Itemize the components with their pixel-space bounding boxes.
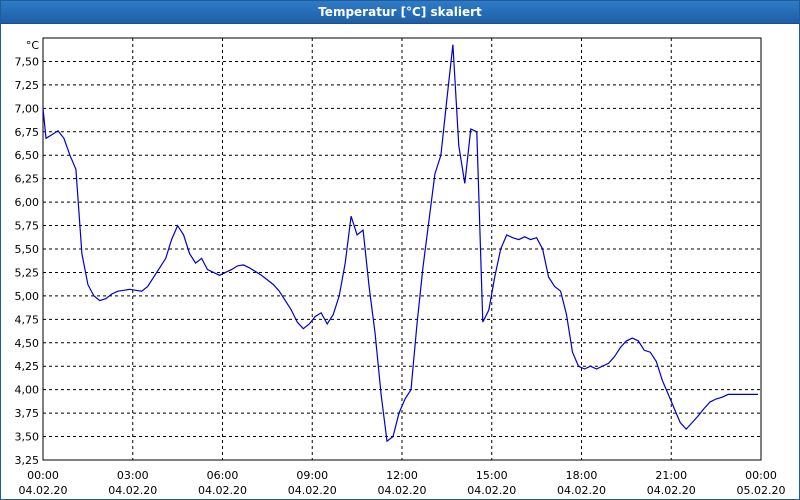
x-tick-date: 04.02.20 bbox=[198, 484, 247, 497]
x-tick-time: 18:00 bbox=[566, 469, 598, 482]
y-tick-label: 5,25 bbox=[15, 266, 40, 279]
y-tick-label: 6,25 bbox=[15, 173, 40, 186]
y-tick-label: 7,00 bbox=[15, 102, 40, 115]
x-tick-date: 04.02.20 bbox=[108, 484, 157, 497]
y-tick-label: 6,75 bbox=[15, 126, 40, 139]
x-tick-time: 03:00 bbox=[117, 469, 149, 482]
x-tick-date: 04.02.20 bbox=[467, 484, 516, 497]
x-tick-date: 04.02.20 bbox=[647, 484, 696, 497]
x-tick-time: 09:00 bbox=[296, 469, 328, 482]
x-tick-time: 06:00 bbox=[207, 469, 239, 482]
x-tick-date: 04.02.20 bbox=[557, 484, 606, 497]
y-tick-label: 4,50 bbox=[15, 337, 40, 350]
y-tick-label: 7,50 bbox=[15, 55, 40, 68]
x-tick-time: 12:00 bbox=[386, 469, 418, 482]
x-tick-date: 05.02.20 bbox=[737, 484, 786, 497]
y-tick-label: 6,00 bbox=[15, 196, 40, 209]
x-tick-date: 04.02.20 bbox=[378, 484, 427, 497]
y-tick-label: 4,00 bbox=[15, 384, 40, 397]
chart-title: Temperatur [°C] skaliert bbox=[1, 1, 799, 24]
x-tick-time: 21:00 bbox=[655, 469, 687, 482]
chart-window: Temperatur [°C] skaliert 7,50 7,25 7,00 6,7… bbox=[0, 0, 800, 500]
y-tick-label: 6,50 bbox=[15, 149, 40, 162]
y-tick-label: 4,25 bbox=[15, 360, 40, 373]
x-tick-time: 00:00 bbox=[27, 469, 59, 482]
y-tick-label: 4,75 bbox=[15, 313, 40, 326]
y-tick-label: 3,75 bbox=[15, 407, 40, 420]
y-tick-label: 3,50 bbox=[15, 431, 40, 444]
x-tick-date: 04.02.20 bbox=[19, 484, 68, 497]
y-unit-label: °C bbox=[26, 39, 40, 52]
y-tick-label: 5,50 bbox=[15, 243, 40, 256]
y-tick-label: 7,25 bbox=[15, 79, 40, 92]
y-tick-label: 5,00 bbox=[15, 290, 40, 303]
x-tick-time: 00:00 bbox=[745, 469, 777, 482]
x-tick-time: 15:00 bbox=[476, 469, 508, 482]
x-tick-date: 04.02.20 bbox=[288, 484, 337, 497]
y-tick-label: 3,25 bbox=[15, 454, 40, 467]
y-tick-label: 5,75 bbox=[15, 220, 40, 233]
temperature-chart: 7,50 7,25 7,00 6,75 6,50 6,25 6,00 5,75 5,50 5,25… bbox=[15, 37, 786, 497]
